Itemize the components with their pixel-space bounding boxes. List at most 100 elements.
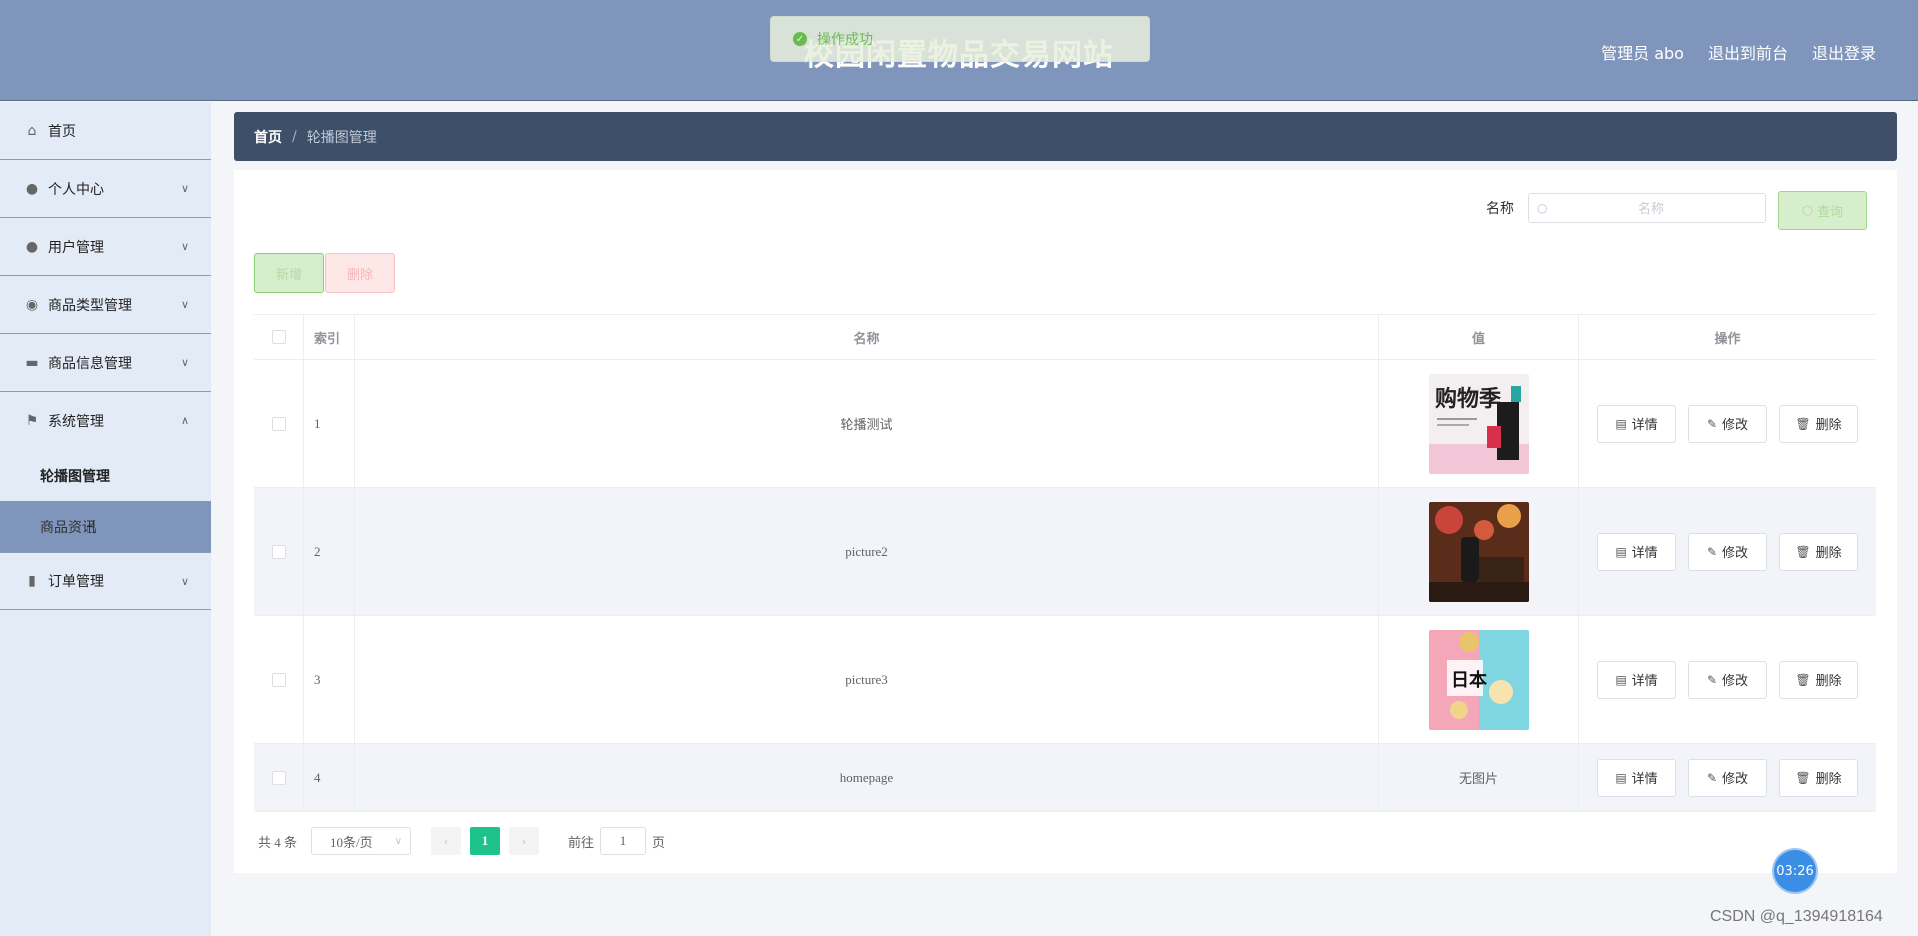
batch-delete-button[interactable]: 删除	[325, 253, 395, 293]
page-size-value: 10条/页	[330, 834, 373, 850]
button-label: 修改	[1722, 673, 1749, 688]
row-checkbox[interactable]	[271, 770, 286, 785]
to-front-link[interactable]: 退出到前台	[1708, 40, 1788, 64]
search-icon: ○	[1537, 201, 1548, 215]
chevron-down-icon: ∨	[180, 240, 189, 253]
table-row: 4 homepage 无图片 ▤ 详情 ✎ 修改 🗑 删除	[254, 744, 1876, 812]
home-icon: ⌂	[27, 122, 37, 139]
timer-badge[interactable]: 03:26	[1774, 850, 1816, 892]
row-name: picture2	[355, 488, 1379, 615]
chevron-down-icon: ∨	[180, 356, 189, 369]
sidebar-item-label: 首页	[48, 123, 76, 140]
detail-button[interactable]: ▤ 详情	[1597, 660, 1676, 699]
trash-icon: 🗑	[1795, 544, 1811, 559]
chevron-left-icon: ‹	[443, 833, 449, 848]
sidebar-item-personal[interactable]: ● 个人中心 ∨	[0, 160, 211, 218]
row-value-text: 无图片	[1379, 744, 1579, 811]
sidebar-item-label: 系统管理	[48, 414, 104, 430]
breadcrumb: 首页 / 轮播图管理	[234, 112, 1897, 161]
select-all-checkbox[interactable]	[271, 330, 286, 344]
logout-link[interactable]: 退出登录	[1812, 40, 1876, 64]
check-icon: ✓	[793, 32, 807, 46]
banner-table: 索引 名称 值 操作 1 轮播测试 购物季 ▤ 详情 ✎ 修改 🗑 删除 2 p…	[254, 314, 1876, 812]
sidebar-item-goods-type[interactable]: ◉ 商品类型管理 ∨	[0, 276, 211, 334]
search-input[interactable]	[1551, 200, 1751, 216]
row-name: picture3	[355, 616, 1379, 743]
button-label: 详情	[1631, 417, 1658, 432]
sidebar-item-goods-info[interactable]: ▬ 商品信息管理 ∨	[0, 334, 211, 392]
add-button[interactable]: 新增	[254, 253, 324, 293]
delete-button[interactable]: 🗑 删除	[1779, 758, 1858, 797]
edit-icon: ✎	[1706, 544, 1718, 559]
row-name: homepage	[355, 744, 1379, 811]
toast-text: 操作成功	[817, 32, 873, 48]
header-index: 索引	[304, 315, 355, 359]
admin-label: 管理员 abo	[1601, 44, 1684, 63]
button-label: 删除	[1815, 417, 1842, 432]
page-number-current[interactable]: 1	[470, 827, 501, 855]
sidebar: ⌂ 首页 ● 个人中心 ∨ ● 用户管理 ∨ ◉ 商品类型管理 ∨ ▬ 商品信息…	[0, 102, 211, 936]
user-icon: ●	[25, 238, 39, 255]
row-index: 4	[304, 744, 355, 811]
breadcrumb-separator: /	[292, 128, 297, 145]
button-label: 删除	[1815, 771, 1842, 786]
banner-image-1[interactable]: 购物季	[1428, 373, 1529, 474]
detail-button[interactable]: ▤ 详情	[1597, 532, 1676, 571]
search-label: 名称	[1486, 201, 1514, 217]
sidebar-item-orders[interactable]: ▮ 订单管理 ∨	[0, 552, 211, 610]
ticket-icon: ▬	[25, 354, 39, 371]
svg-text:购物季: 购物季	[1435, 386, 1501, 412]
banner-image-2[interactable]	[1428, 501, 1529, 602]
sidebar-item-label: 商品信息管理	[48, 355, 132, 372]
edit-icon: ✎	[1706, 770, 1718, 785]
goto-page-input[interactable]: 1	[600, 827, 647, 855]
top-header: 校园闲置物品交易网站 ✓ 操作成功 管理员 abo 退出到前台 退出登录	[0, 0, 1918, 101]
sidebar-item-system[interactable]: ⚑ 系统管理 ∧	[0, 392, 211, 450]
goto-suffix: 页	[652, 834, 666, 850]
hand-cursor-icon: ☝	[86, 517, 97, 538]
edit-button[interactable]: ✎ 修改	[1688, 660, 1767, 699]
sidebar-item-label: 个人中心	[48, 181, 104, 198]
document-icon: ▤	[1615, 672, 1627, 687]
query-button[interactable]: ○ 查询	[1778, 191, 1867, 230]
row-checkbox[interactable]	[271, 672, 286, 687]
next-page-button[interactable]: ›	[509, 827, 540, 855]
sidebar-item-users[interactable]: ● 用户管理 ∨	[0, 218, 211, 276]
flag-icon: ⚑	[25, 413, 39, 429]
detail-button[interactable]: ▤ 详情	[1597, 758, 1676, 797]
button-label: 修改	[1722, 417, 1749, 432]
search-field[interactable]: ○	[1528, 193, 1766, 223]
prev-page-button[interactable]: ‹	[431, 827, 462, 855]
row-checkbox[interactable]	[271, 416, 286, 431]
edit-button[interactable]: ✎ 修改	[1688, 758, 1767, 797]
sidebar-item-home[interactable]: ⌂ 首页	[0, 102, 211, 160]
button-label: 删除	[1815, 673, 1842, 688]
button-label: 详情	[1631, 771, 1658, 786]
delete-button[interactable]: 🗑 删除	[1779, 660, 1858, 699]
detail-button[interactable]: ▤ 详情	[1597, 404, 1676, 443]
delete-button[interactable]: 🗑 删除	[1779, 532, 1858, 571]
delete-button[interactable]: 🗑 删除	[1779, 404, 1858, 443]
row-index: 2	[304, 488, 355, 615]
sidebar-subitem-goods-news[interactable]: 商品资讯 ☝	[0, 501, 211, 552]
page-size-select[interactable]: 10条/页 ∨	[311, 827, 412, 855]
trash-icon: 🗑	[1795, 416, 1811, 431]
header-name: 名称	[355, 315, 1379, 359]
chevron-down-icon: ∨	[180, 575, 189, 588]
main-content: 名称 ○ ○ 查询 新增 删除 索引 名称 值 操作 1 轮播测试 购物季	[234, 170, 1897, 873]
banner-image-3[interactable]: 日本	[1428, 629, 1529, 730]
header-value: 值	[1379, 315, 1579, 359]
breadcrumb-current: 轮播图管理	[306, 129, 377, 146]
trash-icon: 🗑	[1795, 672, 1811, 687]
chevron-down-icon: ∨	[394, 835, 403, 847]
search-icon: ○	[1801, 203, 1814, 218]
edit-button[interactable]: ✎ 修改	[1688, 404, 1767, 443]
sidebar-subitem-banner[interactable]: 轮播图管理	[0, 450, 211, 501]
button-label: 修改	[1722, 545, 1749, 560]
trash-icon: 🗑	[1795, 770, 1811, 785]
button-label: 详情	[1631, 673, 1658, 688]
breadcrumb-home[interactable]: 首页	[254, 127, 282, 147]
row-checkbox[interactable]	[271, 544, 286, 559]
edit-button[interactable]: ✎ 修改	[1688, 532, 1767, 571]
row-index: 1	[304, 360, 355, 487]
